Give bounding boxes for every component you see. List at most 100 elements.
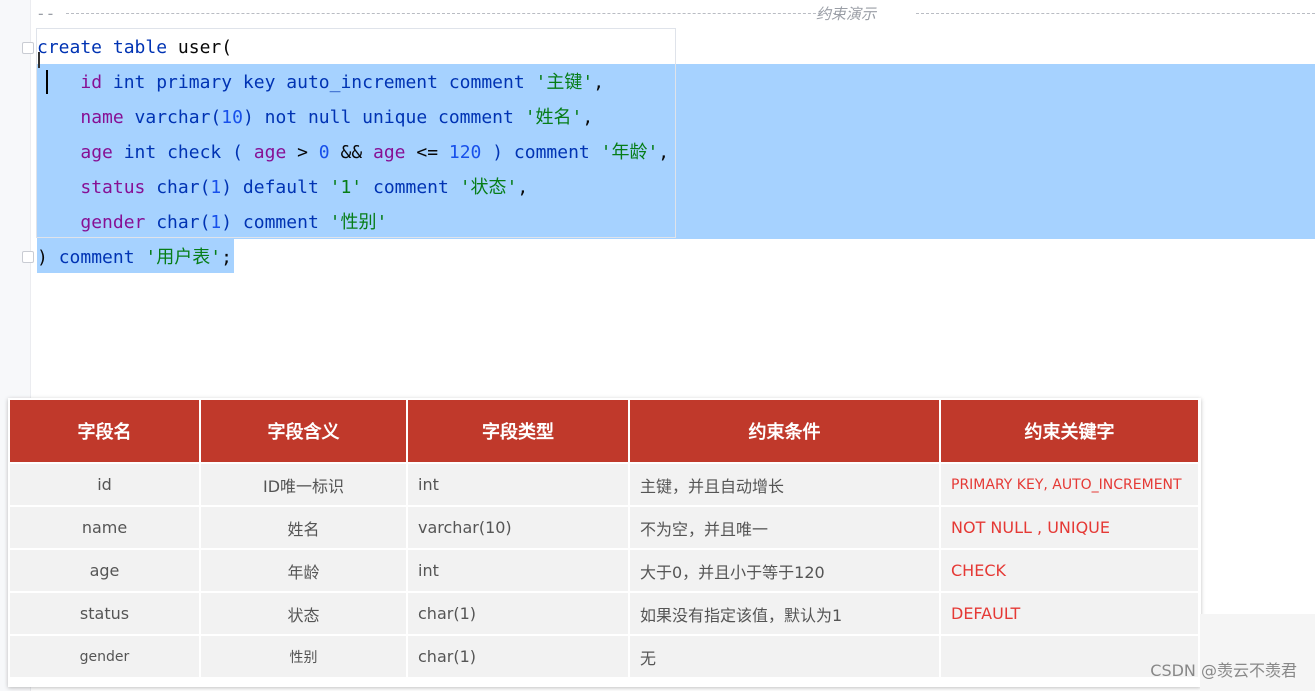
code-token: int check ( [123,142,254,163]
code-token: > [286,142,319,163]
code-token: age [373,142,406,163]
code-token: , [517,177,529,198]
cell-constraint: 主键，并且自动增长 [628,462,941,507]
code-token: 10 [221,107,243,128]
table-row: age 年龄 int 大于0，并且小于等于120 CHECK [8,548,1200,593]
code-line[interactable]: create table user( [37,30,232,65]
code-token: '1' [329,177,363,198]
code-token: 0 [318,142,330,163]
cell-constraint: 不为空，并且唯一 [628,505,941,550]
code-token: name [80,107,135,128]
code-token: ) [37,247,59,268]
code-token: 120 [448,142,482,163]
code-token: , [658,142,670,163]
cell-meaning: 姓名 [199,505,408,550]
code-token: 1 [210,212,222,233]
code-line[interactable]: status char(1) default '1' comment '状态', [37,170,528,205]
cell-meaning: 状态 [199,591,408,636]
constraint-table: 字段名 字段含义 字段类型 约束条件 约束关键字 id ID唯一标识 int 主… [8,398,1200,679]
cell-keyword: DEFAULT [939,591,1200,636]
header-field-meaning: 字段含义 [199,398,408,464]
code-token: ) default [221,177,330,198]
header-field-type: 字段类型 [406,398,630,464]
header-constraint: 约束条件 [628,398,941,464]
table-row: gender 性别 char(1) 无 [8,634,1200,679]
code-token: char( [156,212,211,233]
cell-field: age [8,548,201,593]
cell-meaning: 性别 [199,634,408,679]
cell-keyword: CHECK [939,548,1200,593]
cell-field: gender [8,634,201,679]
banner-title: 约束演示 [816,5,877,23]
cell-constraint: 如果没有指定该值，默认为1 [628,591,941,636]
table-header-row: 字段名 字段含义 字段类型 约束条件 约束关键字 [8,398,1200,464]
code-token: status [80,177,157,198]
cell-field: id [8,462,201,507]
code-token: '年龄' [600,142,659,163]
code-token: '主键' [535,72,594,93]
code-token: , [593,72,605,93]
cell-meaning: ID唯一标识 [199,462,408,507]
code-token: '姓名' [524,107,583,128]
code-token: char( [156,177,211,198]
code-token: comment [362,177,460,198]
banner-dash-left [66,13,836,14]
comment-banner: -- 约束演示 [36,4,1315,23]
table-row: status 状态 char(1) 如果没有指定该值，默认为1 DEFAULT [8,591,1200,636]
code-token: gender [80,212,157,233]
code-token: <= [405,142,449,163]
code-token: ; [221,247,232,268]
code-token: id [80,72,113,93]
code-line[interactable]: gender char(1) comment '性别' [37,205,387,240]
code-token: create table [37,37,178,58]
cell-keyword: PRIMARY KEY, AUTO_INCREMENT [939,462,1200,507]
code-token: ) comment [221,212,330,233]
code-line[interactable]: ) comment '用户表'; [37,240,232,275]
cell-type: char(1) [406,634,630,679]
code-token: 1 [210,177,222,198]
code-token: ) not null unique comment [242,107,525,128]
table-row: id ID唯一标识 int 主键，并且自动增长 PRIMARY KEY, AUT… [8,462,1200,507]
header-constraint-keyword: 约束关键字 [939,398,1200,464]
code-line[interactable]: age int check ( age > 0 && age <= 120 ) … [37,135,669,170]
cell-field: name [8,505,201,550]
code-token: user( [177,37,233,58]
cell-field: status [8,591,201,636]
code-line[interactable]: name varchar(10) not null unique comment… [37,100,593,135]
code-token: && [329,142,373,163]
code-token: ) comment [481,142,601,163]
cell-type: char(1) [406,591,630,636]
code-token: age [80,142,124,163]
cell-type: int [406,462,630,507]
code-token: '用户表' [145,247,222,268]
code-token: '状态' [459,177,518,198]
cell-keyword: NOT NULL , UNIQUE [939,505,1200,550]
cell-type: int [406,548,630,593]
cell-type: varchar(10) [406,505,630,550]
code-token: , [582,107,594,128]
banner-dash-right [916,13,1315,14]
cell-constraint: 无 [628,634,941,679]
table-row: name 姓名 varchar(10) 不为空，并且唯一 NOT NULL , … [8,505,1200,550]
watermark: CSDN @羡云不羡君 [1150,661,1297,680]
banner-prefix: -- [36,4,56,23]
cell-constraint: 大于0，并且小于等于120 [628,548,941,593]
fold-icon[interactable] [22,42,34,54]
code-token: age [253,142,287,163]
constraint-table-panel: 字段名 字段含义 字段类型 约束条件 约束关键字 id ID唯一标识 int 主… [8,398,1201,687]
code-token: varchar( [134,107,222,128]
code-token: '性别' [329,212,388,233]
fold-end-icon[interactable] [22,251,34,263]
code-token: comment [58,247,146,268]
code-token: int primary key auto_increment comment [112,72,536,93]
cell-meaning: 年龄 [199,548,408,593]
header-field-name: 字段名 [8,398,201,464]
code-line[interactable]: id int primary key auto_increment commen… [37,65,604,100]
mouse-ibeam-cursor [38,52,40,68]
text-caret [46,70,48,94]
